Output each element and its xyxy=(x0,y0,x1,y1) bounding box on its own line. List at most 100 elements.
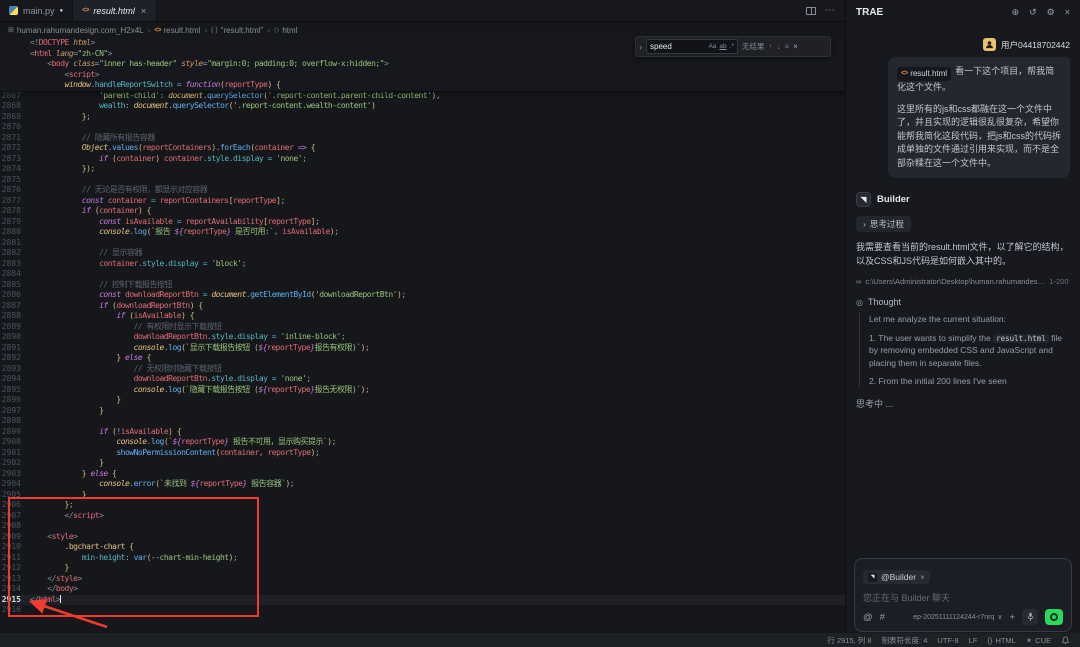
code-line[interactable]: 2896 } xyxy=(0,395,845,406)
add-context-icon[interactable]: + xyxy=(1009,612,1015,623)
code-line[interactable]: 2895 console.log(`隐藏下载报告按钮 (${reportType… xyxy=(0,385,845,396)
code-line[interactable]: 2885 // 控制下载报告按钮 xyxy=(0,280,845,291)
code-line[interactable]: 2903 } else { xyxy=(0,469,845,480)
code-line[interactable]: 2894 downloadReportBtn.style.display = '… xyxy=(0,374,845,385)
eol[interactable]: LF xyxy=(969,636,978,645)
tab-close-icon[interactable]: × xyxy=(140,6,147,16)
code-line[interactable]: 2871 // 隐藏所有报告容器 xyxy=(0,133,845,144)
find-next-icon[interactable]: ↓ xyxy=(777,42,781,51)
code-line[interactable]: 2880 console.log(`报告 ${reportType} 是否可用:… xyxy=(0,227,845,238)
match-case-icon[interactable]: Aa xyxy=(708,43,716,50)
code-line[interactable]: 2893 // 无权限时隐藏下载按钮 xyxy=(0,364,845,375)
breadcrumb-workspace[interactable]: ⊞ human.rahumandesign.com_H2x4L xyxy=(8,26,144,35)
sticky-line[interactable]: <script> xyxy=(0,70,845,81)
encoding[interactable]: UTF-8 xyxy=(937,636,958,645)
toggle-replace-icon[interactable]: › xyxy=(639,42,642,52)
code-line[interactable]: 2897 } xyxy=(0,406,845,417)
code-line[interactable]: 2874 }); xyxy=(0,164,845,175)
find-in-selection-icon[interactable]: ≡ xyxy=(785,42,790,51)
code-line[interactable]: 2906 }; xyxy=(0,500,845,511)
find-previous-icon[interactable]: ↑ xyxy=(769,42,773,51)
find-close-icon[interactable]: × xyxy=(793,42,798,51)
code-line[interactable]: 2879 const isAvailable = reportAvailabil… xyxy=(0,217,845,228)
code-line[interactable]: 2899 if (!isAvailable) { xyxy=(0,427,845,438)
code-line[interactable]: 2912 } xyxy=(0,563,845,574)
breadcrumb-element[interactable]: ◇ html xyxy=(274,26,298,35)
code-line[interactable]: 2900 console.log(`${reportType} 报告不可用，显示… xyxy=(0,437,845,448)
model-selector[interactable]: ep-20251111124244-r7nrq ∨ xyxy=(913,613,1002,621)
code-line[interactable]: 2883 container.style.display = 'block'; xyxy=(0,259,845,270)
code-line[interactable]: 2892 } else { xyxy=(0,353,845,364)
find-input[interactable]: speed Aa ab .* xyxy=(646,39,738,54)
breadcrumb-file[interactable]: <> result.html xyxy=(154,26,200,35)
chip-close-icon[interactable]: × xyxy=(920,573,925,582)
breadcrumb-symbol[interactable]: ( ) "result.html" xyxy=(211,26,263,35)
code-line[interactable]: 2877 const container = reportContainers[… xyxy=(0,196,845,207)
code-line[interactable]: 2909 <style> xyxy=(0,532,845,543)
tab-size[interactable]: 制表符长度: 4 xyxy=(882,635,928,646)
chat-input-box[interactable]: ◥ @Builder × 您正在与 Builder 聊天 @ # ep-2025… xyxy=(854,558,1072,632)
code-editor[interactable]: <!DOCTYPE html><html lang="zh-CN"> <body… xyxy=(0,38,845,633)
language-mode[interactable]: {} HTML xyxy=(987,636,1015,645)
chat-input-placeholder[interactable]: 您正在与 Builder 聊天 xyxy=(863,591,1063,604)
code-line[interactable]: 2887 if (downloadReportBtn) { xyxy=(0,301,845,312)
code-line[interactable]: 2916 xyxy=(0,605,845,616)
sticky-line[interactable]: <body class="inner has-header" style="ma… xyxy=(0,59,845,70)
code-line[interactable]: 2867 'parent-child': document.querySelec… xyxy=(0,91,845,102)
code-line[interactable]: 2873 if (container) container.style.disp… xyxy=(0,154,845,165)
more-actions-icon[interactable]: ⋯ xyxy=(825,5,836,16)
code-line[interactable]: 2870 xyxy=(0,122,845,133)
code-line[interactable]: 2915</html> xyxy=(0,595,845,606)
code-line[interactable]: 2904 console.error(`未找到 ${reportType} 报告… xyxy=(0,479,845,490)
code-line[interactable]: 2910 .bgchart-chart { xyxy=(0,542,845,553)
code-line[interactable]: 2889 // 有权限时显示下载按钮 xyxy=(0,322,845,333)
microphone-button[interactable] xyxy=(1022,609,1038,625)
cue-status[interactable]: ✶ CUE xyxy=(1026,636,1051,645)
code-line[interactable]: 2908 xyxy=(0,521,845,532)
code-line[interactable]: 2907 </script> xyxy=(0,511,845,522)
thought-items: 1. The user wants to simplify the result… xyxy=(869,332,1070,388)
code-line[interactable]: 2882 // 显示容器 xyxy=(0,248,845,259)
cursor-position[interactable]: 行 2915, 列 8 xyxy=(827,635,871,646)
code-line[interactable]: 2898 xyxy=(0,416,845,427)
code-lines[interactable]: 2867 'parent-child': document.querySelec… xyxy=(0,91,845,616)
tab-main-py[interactable]: main.py ● xyxy=(0,0,73,21)
whole-word-icon[interactable]: ab xyxy=(719,43,726,50)
code-line[interactable]: 2911 min-height: var(--chart-min-height)… xyxy=(0,553,845,564)
code-line[interactable]: 2891 console.log(`显示下载报告按钮 (${reportType… xyxy=(0,343,845,354)
code-line[interactable]: 2872 Object.values(reportContainers).for… xyxy=(0,143,845,154)
settings-icon[interactable]: ⚙ xyxy=(1047,7,1055,18)
close-panel-icon[interactable]: × xyxy=(1065,7,1070,18)
code-line[interactable]: 2888 if (isAvailable) { xyxy=(0,311,845,322)
hashtag-icon[interactable]: # xyxy=(880,612,885,623)
code-line[interactable]: 2884 xyxy=(0,269,845,280)
code-line[interactable]: 2886 const downloadReportBtn = document.… xyxy=(0,290,845,301)
regex-icon[interactable]: .* xyxy=(730,43,734,50)
code-line[interactable]: 2875 xyxy=(0,175,845,186)
code-line[interactable]: 2913 </style> xyxy=(0,574,845,585)
code-line[interactable]: 2869 }; xyxy=(0,112,845,123)
code-line[interactable]: 2901 showNoPermissionContent(container, … xyxy=(0,448,845,459)
sticky-line[interactable]: window.handleReportSwitch = function(rep… xyxy=(0,80,845,91)
thought-process-toggle[interactable]: › 思考过程 xyxy=(856,216,911,232)
code-line[interactable]: 2914 </body> xyxy=(0,584,845,595)
notifications-bell[interactable] xyxy=(1061,636,1070,645)
file-reference[interactable]: ∞ c:\Users\Administrator\Desktop\human.r… xyxy=(856,277,1070,286)
history-icon[interactable]: ↺ xyxy=(1029,7,1037,18)
code-line[interactable]: 2876 // 无论是否有权限，都显示对应容器 xyxy=(0,185,845,196)
thought-header[interactable]: ◎ Thought xyxy=(856,297,1070,307)
new-chat-icon[interactable]: ⊕ xyxy=(1012,7,1020,18)
send-button[interactable] xyxy=(1045,609,1063,625)
split-editor-icon[interactable] xyxy=(806,7,816,15)
code-line[interactable]: 2868 wealth: document.querySelector('.re… xyxy=(0,101,845,112)
assistant-panel: TRAE ⊕ ↺ ⚙ × 用户04418702442 <>result.htm xyxy=(845,0,1080,633)
code-line[interactable]: 2890 downloadReportBtn.style.display = '… xyxy=(0,332,845,343)
code-line[interactable]: 2878 if (container) { xyxy=(0,206,845,217)
tab-result-html[interactable]: <> result.html × xyxy=(73,0,157,21)
code-line[interactable]: 2881 xyxy=(0,238,845,249)
code-line[interactable]: 2902 } xyxy=(0,458,845,469)
file-chip[interactable]: <>result.html xyxy=(897,67,951,81)
code-line[interactable]: 2905 } xyxy=(0,490,845,501)
context-chip-builder[interactable]: ◥ @Builder × xyxy=(863,570,930,584)
mention-icon[interactable]: @ xyxy=(863,612,873,623)
